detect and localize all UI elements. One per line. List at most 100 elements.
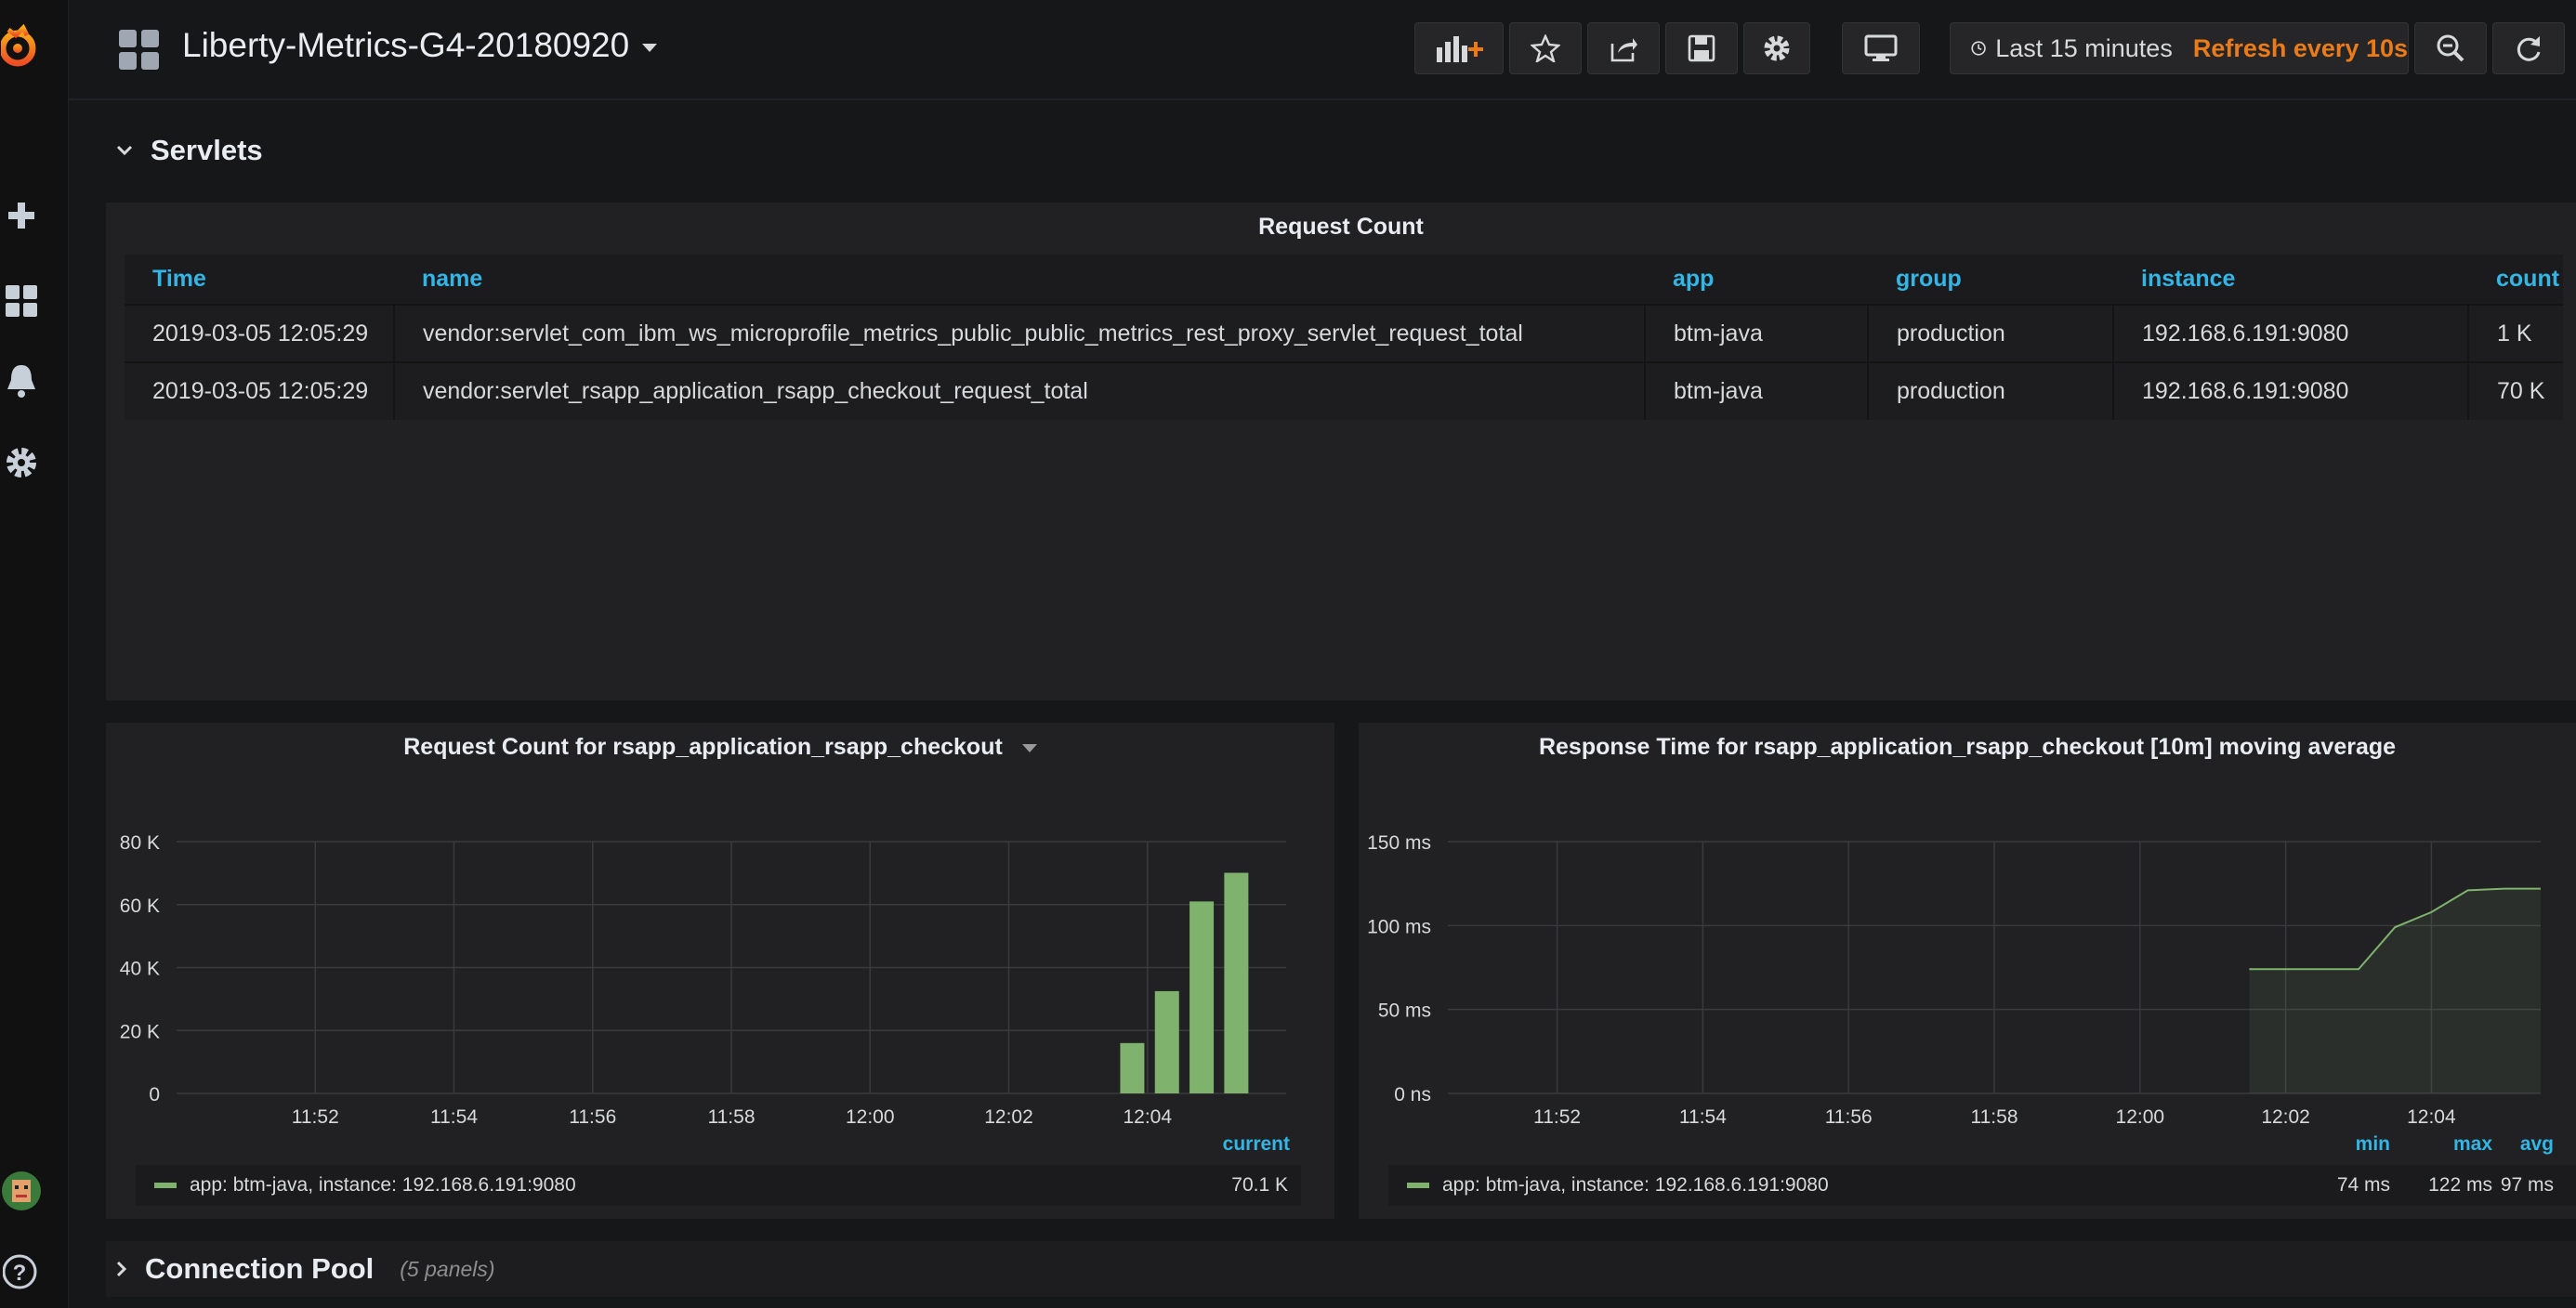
x-tick-label: 12:00	[2116, 1106, 2165, 1128]
bar	[1224, 872, 1249, 1093]
legend-header-current[interactable]: current	[1223, 1133, 1290, 1156]
column-header-app[interactable]: app	[1645, 255, 1868, 305]
series-color-swatch[interactable]	[1407, 1183, 1429, 1188]
y-tick-label: 40 K	[120, 959, 160, 980]
refresh-button[interactable]	[2492, 22, 2565, 74]
time-range-label: Last 15 minutes	[1995, 33, 2173, 62]
x-tick-label: 12:02	[2261, 1106, 2310, 1128]
chevron-right-icon	[116, 1261, 127, 1277]
time-range-picker[interactable]: Last 15 minutes Refresh every 10s	[1950, 22, 2409, 74]
create-plus-icon[interactable]	[0, 195, 43, 236]
chevron-down-icon	[116, 145, 133, 156]
chevron-down-icon	[1021, 743, 1037, 752]
column-header-name[interactable]: name	[394, 255, 1645, 305]
response-time-chart-panel: Response Time for rsapp_application_rsap…	[1359, 723, 2576, 1219]
y-tick-label: 20 K	[120, 1021, 160, 1042]
chevron-down-icon	[642, 43, 658, 52]
column-header-group[interactable]: group	[1868, 255, 2113, 305]
refresh-icon	[2517, 36, 2541, 61]
request-count-table-panel: Request Count Time name app group instan…	[106, 203, 2576, 700]
star-dashboard-button[interactable]	[1509, 22, 1582, 74]
y-tick-label: 0 ns	[1394, 1084, 1431, 1105]
y-tick-label: 0	[149, 1084, 160, 1105]
request-count-bar-chart[interactable]: 0 20 K 40 K 60 K 80 K 11:52 11:54 11:56 11:58 12:…	[106, 773, 1334, 1135]
zoom-out-icon	[2437, 34, 2464, 62]
cell-time: 2019-03-05 12:05:29	[125, 304, 395, 362]
grafana-logo-icon[interactable]	[0, 20, 43, 72]
dashboard-title-picker[interactable]: Liberty-Metrics-G4-20180920	[182, 26, 658, 65]
cell-app: btm-java	[1645, 361, 1869, 420]
configuration-gear-icon[interactable]	[0, 440, 43, 485]
y-tick-label: 80 K	[120, 832, 160, 854]
star-icon	[1531, 34, 1560, 62]
gear-icon	[1764, 35, 1790, 61]
table-row: 2019-03-05 12:05:29 vendor:servlet_rsapp…	[125, 361, 2563, 420]
x-tick-label: 12:04	[2407, 1106, 2456, 1128]
cell-name: vendor:servlet_rsapp_application_rsapp_c…	[394, 361, 1646, 420]
bar	[1120, 1042, 1145, 1093]
help-icon[interactable]: ?	[0, 1250, 43, 1293]
series-color-swatch[interactable]	[154, 1183, 177, 1188]
row-connection-pool-toggle[interactable]: Connection Pool (5 panels)	[106, 1241, 2576, 1297]
panel-title[interactable]: Request Count	[106, 214, 2576, 241]
x-tick-label: 11:52	[1533, 1106, 1581, 1128]
cell-count: 1 K	[2468, 304, 2563, 362]
zoom-out-button[interactable]	[2414, 22, 2487, 74]
cell-instance: 192.168.6.191:9080	[2113, 304, 2469, 362]
y-tick-label: 60 K	[120, 896, 160, 917]
x-tick-label: 12:02	[984, 1106, 1033, 1128]
legend-header-min[interactable]: min	[2288, 1133, 2390, 1156]
panel-title-with-menu[interactable]: Request Count for rsapp_application_rsap…	[106, 734, 1334, 761]
row-panel-count: (5 panels)	[400, 1256, 495, 1281]
x-tick-label: 12:04	[1123, 1106, 1172, 1128]
y-tick-label: 150 ms	[1367, 832, 1431, 854]
column-header-time[interactable]: Time	[125, 255, 394, 305]
column-header-instance[interactable]: instance	[2113, 255, 2468, 305]
panel-title[interactable]: Response Time for rsapp_application_rsap…	[1359, 734, 2576, 761]
add-panel-button[interactable]	[1414, 22, 1504, 74]
cell-time: 2019-03-05 12:05:29	[125, 361, 395, 420]
share-icon	[1610, 38, 1637, 62]
clock-icon	[1971, 41, 1986, 56]
legend-value-min: 74 ms	[2336, 1174, 2390, 1196]
legend-series-row[interactable]: app: btm-java, instance: 192.168.6.191:9…	[1388, 1165, 2576, 1206]
add-panel-icon	[1437, 36, 1483, 62]
legend-header-avg[interactable]: avg	[2464, 1133, 2554, 1156]
area-fill	[2249, 888, 2541, 1093]
save-icon	[1688, 34, 1715, 62]
x-tick-label: 11:56	[1825, 1106, 1873, 1128]
legend-value-current: 70.1 K	[1231, 1174, 1288, 1196]
y-tick-label: 100 ms	[1367, 916, 1431, 937]
cell-instance: 192.168.6.191:9080	[2113, 361, 2469, 420]
dashboards-icon[interactable]	[0, 279, 43, 323]
row-servlets-toggle[interactable]: Servlets	[115, 134, 263, 167]
share-dashboard-button[interactable]	[1587, 22, 1660, 74]
x-tick-label: 11:58	[1971, 1106, 2018, 1128]
dashboard-grid-icon	[119, 30, 159, 70]
table-row: 2019-03-05 12:05:29 vendor:servlet_com_i…	[125, 304, 2563, 362]
cell-app: btm-java	[1645, 304, 1869, 362]
side-menu: ?	[0, 0, 69, 1308]
dashboard-title: Liberty-Metrics-G4-20180920	[182, 26, 630, 64]
bar	[1154, 990, 1179, 1093]
legend-value-avg: 97 ms	[2500, 1174, 2554, 1196]
cell-group: production	[1868, 304, 2114, 362]
x-tick-label: 11:54	[1679, 1106, 1727, 1128]
cell-group: production	[1868, 361, 2114, 420]
dashboard-settings-button[interactable]	[1743, 22, 1810, 74]
legend-series-name: app: btm-java, instance: 192.168.6.191:9…	[190, 1174, 576, 1196]
column-header-count[interactable]: count	[2468, 255, 2563, 305]
panel-title: Request Count for rsapp_application_rsap…	[403, 734, 1003, 760]
view-mode-button[interactable]	[1842, 22, 1920, 74]
x-tick-label: 11:52	[292, 1106, 339, 1128]
response-time-area-chart[interactable]: 0 ns 50 ms 100 ms 150 ms 11:52 11:54 11:56 11:5…	[1359, 773, 2576, 1135]
table-header-row: Time name app group instance count	[125, 255, 2563, 305]
legend-series-row[interactable]: app: btm-java, instance: 192.168.6.191:9…	[136, 1165, 1301, 1206]
x-tick-label: 11:54	[430, 1106, 478, 1128]
save-dashboard-button[interactable]	[1665, 22, 1738, 74]
cell-name: vendor:servlet_com_ibm_ws_microprofile_m…	[394, 304, 1646, 362]
alerting-bell-icon[interactable]	[0, 359, 43, 403]
legend-series-name: app: btm-java, instance: 192.168.6.191:9…	[1442, 1174, 1829, 1196]
row-title: Connection Pool	[145, 1252, 375, 1285]
user-avatar[interactable]	[0, 1167, 43, 1215]
